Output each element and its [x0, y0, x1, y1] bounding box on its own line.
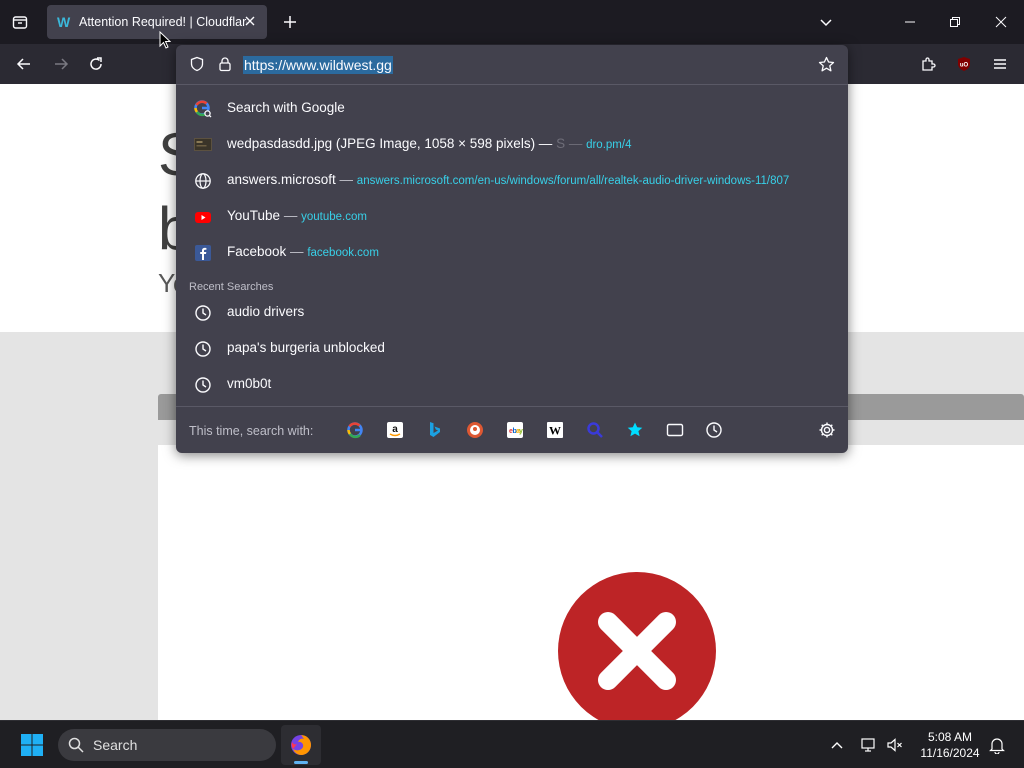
youtube-icon [194, 208, 211, 225]
recent-search-item[interactable]: vm0b0t [176, 366, 848, 402]
recent-search-label: papa's burgeria unblocked [227, 340, 385, 355]
tab-active[interactable]: W Attention Required! | Cloudflare [47, 5, 267, 39]
tabs-search-icon[interactable] [666, 421, 684, 439]
taskbar-search-label: Search [93, 737, 138, 753]
other-search-engine-icon[interactable] [586, 421, 604, 439]
wikipedia-engine-icon[interactable]: W [546, 421, 564, 439]
title-bar: W Attention Required! | Cloudflare [0, 0, 1024, 44]
search-icon [68, 737, 84, 753]
taskbar-clock[interactable]: 5:08 AM 11/16/2024 [912, 729, 988, 761]
result-image[interactable]: wedpasdasdd.jpg (JPEG Image, 1058 × 598 … [176, 126, 848, 162]
result-label: answers.microsoft [227, 172, 336, 187]
recent-searches-header: Recent Searches [189, 281, 274, 293]
hamburger-menu-icon[interactable] [986, 50, 1014, 78]
clock-time: 5:08 AM [927, 730, 973, 744]
result-label: YouTube [227, 208, 281, 223]
taskbar-firefox-button[interactable] [281, 725, 321, 765]
globe-icon [194, 172, 211, 189]
result-facebook[interactable]: Facebook — facebook.com [176, 234, 848, 270]
lock-icon[interactable] [217, 56, 233, 72]
result-label: wedpasdasdd.jpg (JPEG Image, 1058 × 598 … [227, 136, 557, 151]
tracking-protection-shield-icon[interactable] [189, 56, 205, 72]
network-icon[interactable] [860, 736, 878, 754]
error-x-icon [558, 572, 716, 720]
result-label: Search with Google [227, 100, 345, 115]
site-favicon-icon: W [57, 14, 71, 30]
svg-text:y: y [519, 428, 523, 435]
one-off-search-row: This time, search with: a ebay W [176, 406, 848, 453]
clock-icon [194, 304, 211, 321]
recent-search-label: vm0b0t [227, 376, 272, 391]
urlbar-dropdown: https://www.wildwest.gg Search with Goog… [176, 45, 848, 453]
result-youtube[interactable]: YouTube — youtube.com [176, 198, 848, 234]
restore-icon[interactable] [941, 8, 969, 36]
result-separator: S — [556, 136, 587, 151]
recent-search-item[interactable]: papa's burgeria unblocked [176, 330, 848, 366]
result-search-google[interactable]: Search with Google [176, 90, 848, 126]
search-settings-gear-icon[interactable] [818, 421, 836, 439]
result-separator: — [335, 172, 357, 187]
clock-icon [194, 340, 211, 357]
result-url: answers.microsoft.com/en-us/windows/foru… [356, 175, 790, 187]
recent-search-item[interactable]: audio drivers [176, 294, 848, 330]
result-url: youtube.com [301, 211, 367, 223]
forward-icon[interactable] [47, 50, 75, 78]
google-engine-icon[interactable] [346, 421, 364, 439]
notifications-bell-icon[interactable] [988, 736, 1006, 754]
list-all-tabs-chevron-down-icon[interactable] [812, 8, 840, 36]
extensions-puzzle-icon[interactable] [914, 50, 942, 78]
history-search-icon[interactable] [705, 421, 723, 439]
amazon-engine-icon[interactable]: a [386, 421, 404, 439]
result-url: facebook.com [307, 247, 379, 259]
back-icon[interactable] [10, 50, 38, 78]
urlbar-input-row: https://www.wildwest.gg [176, 45, 848, 85]
tab-title: Attention Required! | Cloudflare [79, 15, 247, 29]
result-history[interactable]: answers.microsoft — answers.microsoft.co… [176, 162, 848, 198]
firefox-icon [289, 733, 313, 757]
tab-close-icon[interactable] [243, 14, 257, 28]
volume-muted-icon[interactable] [886, 736, 904, 754]
ebay-engine-icon[interactable]: ebay [506, 421, 524, 439]
google-search-icon [194, 100, 212, 118]
close-window-icon[interactable] [987, 8, 1015, 36]
taskbar: Search 5:08 AM 11/16/2024 [0, 720, 1024, 768]
clock-icon [194, 376, 211, 393]
facebook-icon [194, 244, 211, 261]
bing-engine-icon[interactable] [426, 421, 444, 439]
new-tab-icon[interactable] [276, 8, 304, 36]
svg-text:W: W [549, 424, 561, 438]
recent-search-label: audio drivers [227, 304, 305, 319]
ublock-origin-icon[interactable]: uO [950, 50, 978, 78]
windows-start-icon[interactable] [20, 733, 44, 757]
bookmark-star-icon[interactable] [818, 56, 835, 73]
tab-list-icon[interactable] [6, 8, 34, 36]
svg-text:a: a [392, 424, 398, 435]
image-thumbnail-icon [194, 136, 212, 153]
clock-date: 11/16/2024 [920, 746, 980, 760]
one-off-search-label: This time, search with: [189, 424, 314, 438]
result-url: dro.pm/4 [586, 139, 632, 151]
taskbar-search-box[interactable]: Search [58, 729, 276, 761]
bookmarks-search-icon[interactable] [626, 421, 644, 439]
result-label: Facebook [227, 244, 287, 259]
reload-icon[interactable] [82, 50, 110, 78]
duckduckgo-engine-icon[interactable] [466, 421, 484, 439]
result-separator: — [286, 244, 308, 259]
show-hidden-icons-chevron-up-icon[interactable] [829, 737, 845, 753]
mouse-cursor-icon [159, 31, 171, 49]
url-input[interactable]: https://www.wildwest.gg [243, 56, 393, 74]
result-separator: — [280, 208, 302, 223]
svg-text:uO: uO [960, 63, 969, 69]
active-app-indicator [294, 761, 308, 764]
minimize-icon[interactable] [896, 8, 924, 36]
